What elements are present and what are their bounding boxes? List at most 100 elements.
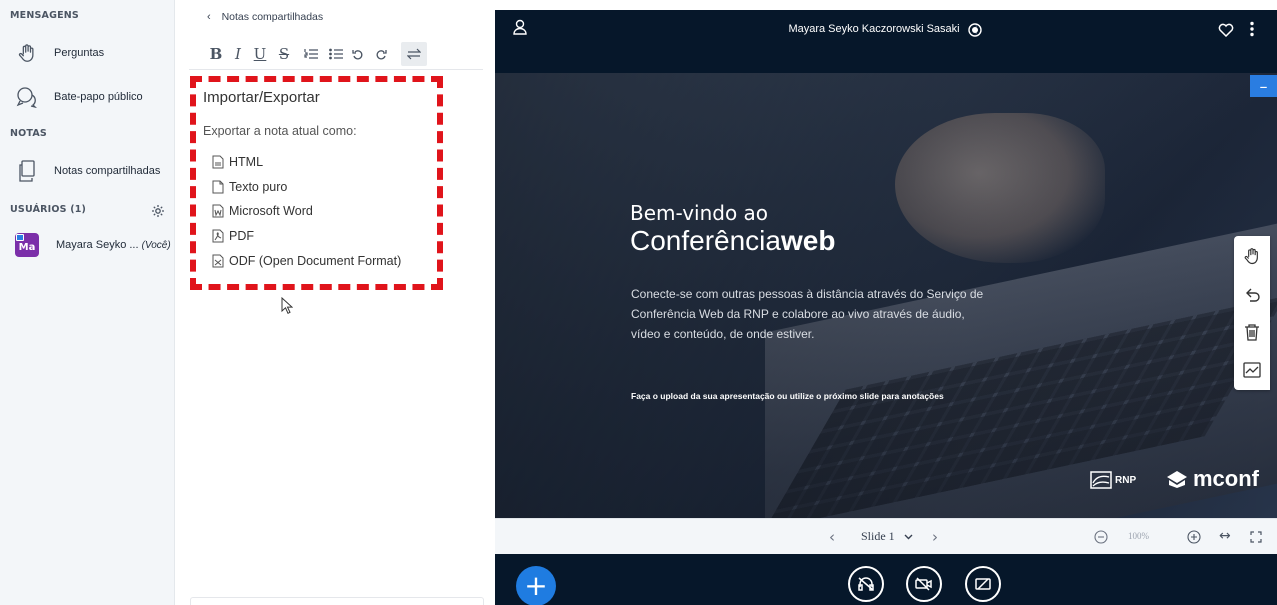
notes-back-button[interactable]: ‹ Notas compartilhadas [207, 11, 323, 23]
redo-icon[interactable] [369, 42, 393, 66]
next-slide-button[interactable]: › [932, 528, 938, 546]
more-options-icon[interactable] [1249, 21, 1255, 41]
user-name-text: Mayara Seyko ... [56, 239, 139, 251]
export-option-label: PDF [229, 229, 254, 243]
slide-body-text: Conecte-se com outras pessoas à distânci… [631, 287, 984, 341]
notes-editor-edge [190, 597, 484, 605]
italic-button[interactable]: I [227, 42, 249, 66]
recording-icon[interactable] [968, 22, 982, 41]
export-odf-option[interactable]: ODF (Open Document Format) [212, 252, 401, 270]
presentation-area: Mayara Seyko Kaczorowski Sasaki | Bem-vi… [495, 0, 1277, 605]
camera-off-icon [915, 577, 932, 591]
chat-icon [14, 84, 40, 110]
bold-button[interactable]: B [205, 42, 227, 66]
action-bar: + [495, 554, 1277, 605]
trash-icon [1245, 324, 1259, 341]
word-file-icon [212, 204, 224, 218]
actions-plus-button[interactable]: + [516, 566, 556, 605]
sidebar-item-label: Bate-papo público [54, 91, 143, 103]
fit-to-width-icon[interactable]: ↔ [1219, 528, 1231, 544]
html-file-icon [212, 155, 224, 169]
undo-annotation-button[interactable] [1234, 277, 1270, 313]
zoom-level: 100% [1128, 531, 1149, 541]
chart-line-icon [1243, 362, 1261, 378]
mconf-logo-icon [1167, 471, 1187, 488]
slide-selector-label: Slide 1 [861, 529, 895, 543]
pan-tool-button[interactable] [1234, 238, 1270, 274]
clear-annotations-button[interactable] [1234, 314, 1270, 350]
minimize-presentation-button[interactable]: – [1250, 75, 1277, 97]
avatar-initials: Ma [18, 242, 36, 253]
you-label: (Você) [141, 240, 171, 251]
slide-selector[interactable]: Slide 1 [861, 529, 913, 544]
import-export-icon[interactable] [401, 42, 427, 66]
top-nav-bar: Mayara Seyko Kaczorowski Sasaki | [495, 0, 1277, 73]
notes-header: NOTAS [10, 128, 47, 139]
zoom-out-icon[interactable] [1094, 529, 1108, 548]
export-option-label: Texto puro [229, 180, 288, 194]
fullscreen-icon[interactable] [1250, 528, 1262, 547]
export-option-label: Microsoft Word [229, 204, 313, 218]
import-export-title: Importar/Exportar [203, 89, 320, 106]
slide-upload-hint: Faça o upload da sua apresentação ou uti… [631, 391, 944, 401]
previous-slide-button[interactable]: ‹ [829, 528, 835, 546]
camera-toggle-button[interactable] [906, 566, 942, 602]
notes-back-label: Notas compartilhadas [221, 11, 324, 23]
rnp-logo-text: RNP [1115, 474, 1137, 486]
notes-toolbar: B I U S [205, 40, 469, 68]
sidebar-item-label: Perguntas [54, 47, 105, 59]
avatar: Ma [15, 233, 39, 257]
export-pdf-option[interactable]: PDF [212, 227, 254, 245]
hand-raise-icon [14, 40, 40, 66]
undo-icon [1246, 288, 1260, 302]
sidebar-item-public-chat[interactable]: Bate-papo público [0, 80, 174, 114]
mouse-pointer-icon [281, 297, 293, 314]
bullet-list-icon[interactable] [325, 42, 347, 66]
strikethrough-button[interactable]: S [271, 42, 297, 66]
whiteboard-toolbar [1234, 236, 1270, 390]
export-html-option[interactable]: HTML [212, 153, 263, 171]
users-header: USUÁRIOS (1) [10, 204, 87, 215]
export-option-label: HTML [229, 155, 264, 169]
slide-title-line2: Conferênciaweb [630, 225, 835, 257]
export-word-option[interactable]: Microsoft Word [212, 202, 313, 220]
slide-controls-bar: ‹ Slide 1 › 100% ↔ [495, 518, 1277, 554]
user-name: Mayara Seyko ... (Você) [56, 239, 171, 251]
meeting-title-text: Mayara Seyko Kaczorowski Sasaki [788, 23, 960, 35]
export-subtitle: Exportar a nota atual como: [203, 124, 357, 138]
export-option-label: ODF (Open Document Format) [229, 254, 402, 268]
rnp-logo: RNP [1090, 471, 1136, 489]
headphones-off-icon [858, 577, 874, 591]
sidebar-item-shared-notes[interactable]: Notas compartilhadas [0, 154, 174, 188]
sidebar: MENSAGENS Perguntas Bate-papo público NO… [0, 0, 175, 605]
app-root: MENSAGENS Perguntas Bate-papo público NO… [0, 0, 1277, 605]
odf-file-icon [212, 254, 224, 268]
ordered-list-icon[interactable] [297, 42, 325, 66]
screen-share-off-icon [975, 578, 991, 590]
gear-icon[interactable] [151, 203, 165, 217]
heart-icon[interactable] [1218, 22, 1234, 41]
slide-title-light: Conferência [630, 225, 781, 256]
screen-share-button[interactable] [965, 566, 1001, 602]
notes-icon [14, 158, 40, 184]
presenter-badge-icon [16, 234, 24, 241]
rnp-logo-icon [1090, 471, 1112, 489]
mconf-logo-text: mconf [1193, 466, 1259, 491]
meeting-title: Mayara Seyko Kaczorowski Sasaki | [495, 23, 1277, 35]
undo-icon[interactable] [347, 42, 369, 66]
underline-button[interactable]: U [249, 42, 271, 66]
pdf-file-icon [212, 229, 224, 243]
hand-icon [1244, 248, 1258, 265]
toolbar-divider [189, 69, 483, 70]
zoom-in-icon[interactable] [1187, 529, 1201, 548]
export-plain-text-option[interactable]: Texto puro [212, 178, 287, 196]
presentation-slide: Bem-vindo ao Conferênciaweb Conecte-se c… [495, 73, 1277, 518]
mconf-logo: mconf [1165, 466, 1259, 492]
sidebar-item-questions[interactable]: Perguntas [0, 36, 174, 70]
sidebar-item-label: Notas compartilhadas [54, 165, 161, 177]
audio-leave-button[interactable] [848, 566, 884, 602]
user-list-item[interactable]: Ma Mayara Seyko ... (Você) [0, 228, 174, 262]
chevron-left-icon: ‹ [207, 11, 211, 23]
messages-header: MENSAGENS [10, 10, 79, 21]
multi-user-whiteboard-button[interactable] [1234, 352, 1270, 388]
